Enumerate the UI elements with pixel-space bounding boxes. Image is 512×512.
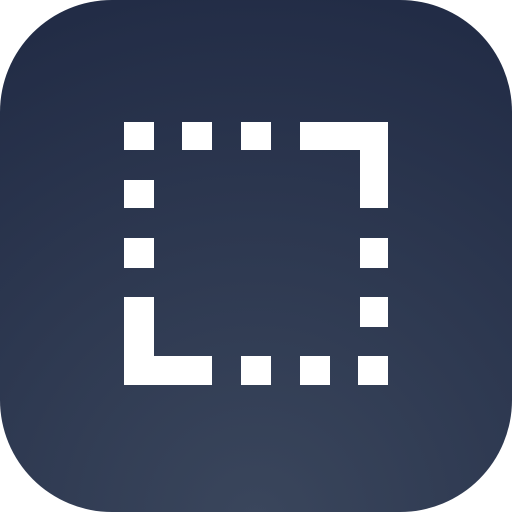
frame-dash xyxy=(241,356,271,385)
frame-corner xyxy=(360,122,388,208)
frame-dash xyxy=(182,122,212,150)
frame-dash xyxy=(300,356,330,385)
frame-dash xyxy=(360,297,388,327)
app-icon[interactable] xyxy=(0,0,512,512)
frame-dash xyxy=(124,238,154,268)
frame-dash xyxy=(124,122,154,150)
frame-dash xyxy=(358,356,388,385)
frame-corner xyxy=(124,356,212,385)
app-icon-canvas xyxy=(0,0,512,512)
icon-background xyxy=(0,0,512,512)
frame-dash xyxy=(360,238,388,268)
frame-dash xyxy=(241,122,271,150)
frame-dash xyxy=(124,180,154,208)
